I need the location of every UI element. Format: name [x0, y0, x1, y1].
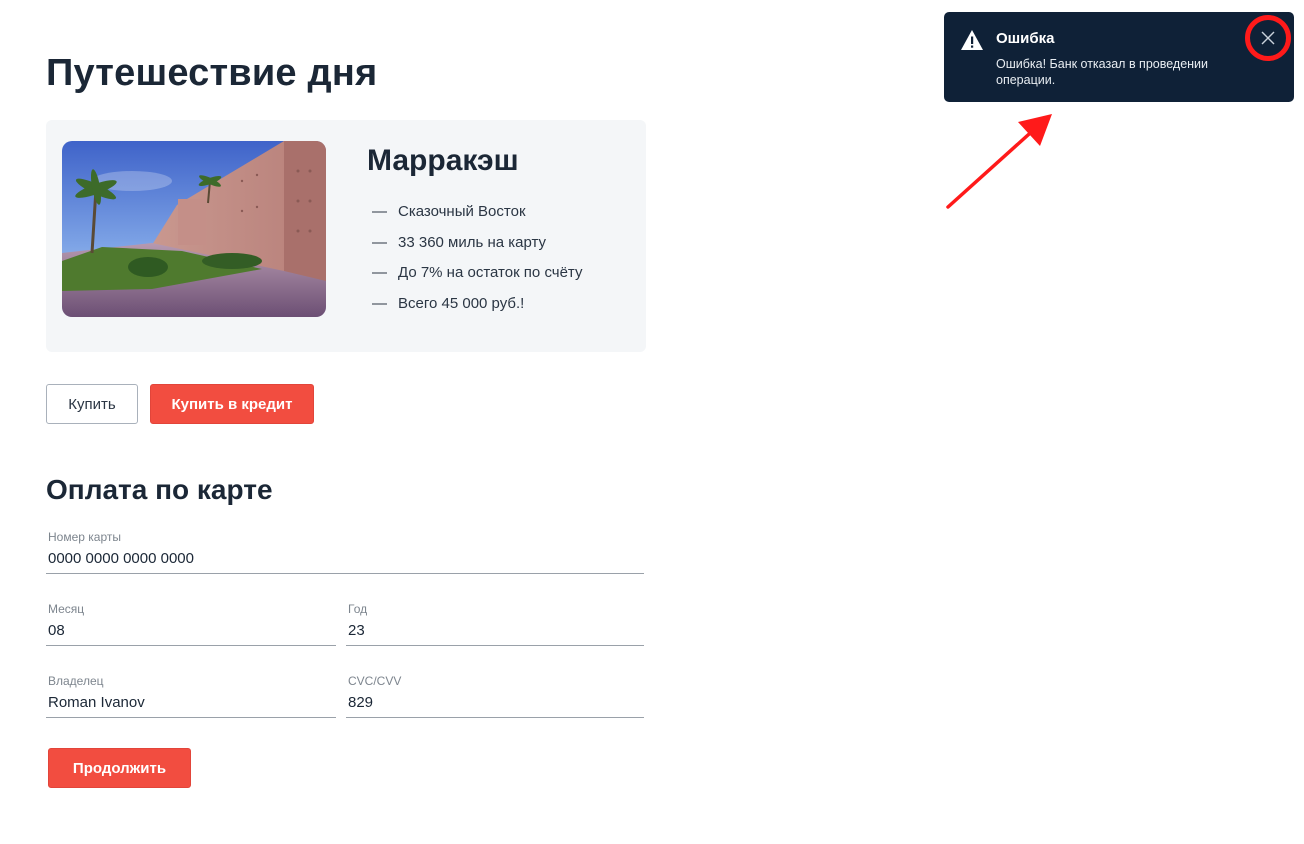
warning-icon — [960, 29, 984, 51]
year-label: Год — [348, 602, 368, 616]
feature-item: — До 7% на остаток по счёту — [372, 263, 582, 294]
card-number-label: Номер карты — [48, 530, 121, 544]
payment-section-title: Оплата по карте — [46, 474, 273, 505]
owner-field[interactable]: Владелец Roman Ivanov — [46, 674, 336, 718]
error-notification: Ошибка Ошибка! Банк отказал в проведении… — [944, 12, 1294, 102]
card-number-field[interactable]: Номер карты 0000 0000 0000 0000 — [46, 530, 644, 574]
page-title: Путешествие дня — [46, 52, 378, 94]
year-field[interactable]: Год 23 — [346, 602, 644, 646]
feature-dash: — — [372, 294, 387, 312]
notification-message: Ошибка! Банк отказал в проведении операц… — [996, 57, 1209, 87]
feature-dash: — — [372, 264, 387, 281]
continue-button[interactable]: Продолжить — [48, 748, 191, 788]
buy-credit-button[interactable]: Купить в кредит — [150, 384, 314, 424]
card-number-input[interactable]: 0000 0000 0000 0000 — [48, 550, 194, 567]
owner-input[interactable]: Roman Ivanov — [48, 694, 145, 711]
city-title: Марракэш — [367, 144, 519, 177]
month-input[interactable]: 08 — [48, 622, 65, 639]
offer-card: Марракэш — Сказочный Восток — 33 360 миль … — [46, 120, 646, 352]
feature-item: — Всего 45 000 руб.! — [372, 294, 582, 325]
annotation-arrow — [946, 114, 1052, 209]
city-photo — [62, 141, 326, 317]
feature-item: — Сказочный Восток — [372, 202, 582, 233]
feature-text: Всего 45 000 руб.! — [398, 294, 525, 312]
feature-text: 33 360 миль на карту — [398, 233, 547, 251]
year-input[interactable]: 23 — [348, 622, 365, 639]
buy-button[interactable]: Купить — [46, 384, 138, 424]
month-field[interactable]: Месяц 08 — [46, 602, 336, 646]
notification-title: Ошибка — [996, 30, 1055, 47]
cvc-input[interactable]: 829 — [348, 694, 373, 711]
feature-dash: — — [372, 203, 387, 220]
cvc-label: CVC/CVV — [348, 674, 402, 688]
feature-dash: — — [372, 233, 387, 251]
owner-label: Владелец — [48, 674, 104, 688]
month-label: Месяц — [48, 602, 85, 616]
cvc-field[interactable]: CVC/CVV 829 — [346, 674, 644, 718]
feature-text: Сказочный Восток — [398, 203, 526, 220]
close-icon[interactable] — [1245, 15, 1291, 61]
feature-text: До 7% на остаток по счёту — [398, 264, 583, 281]
features-list: — Сказочный Восток —33 360 миль на карту … — [372, 202, 582, 324]
feature-item: — 33 360 миль на карту — [372, 233, 582, 264]
